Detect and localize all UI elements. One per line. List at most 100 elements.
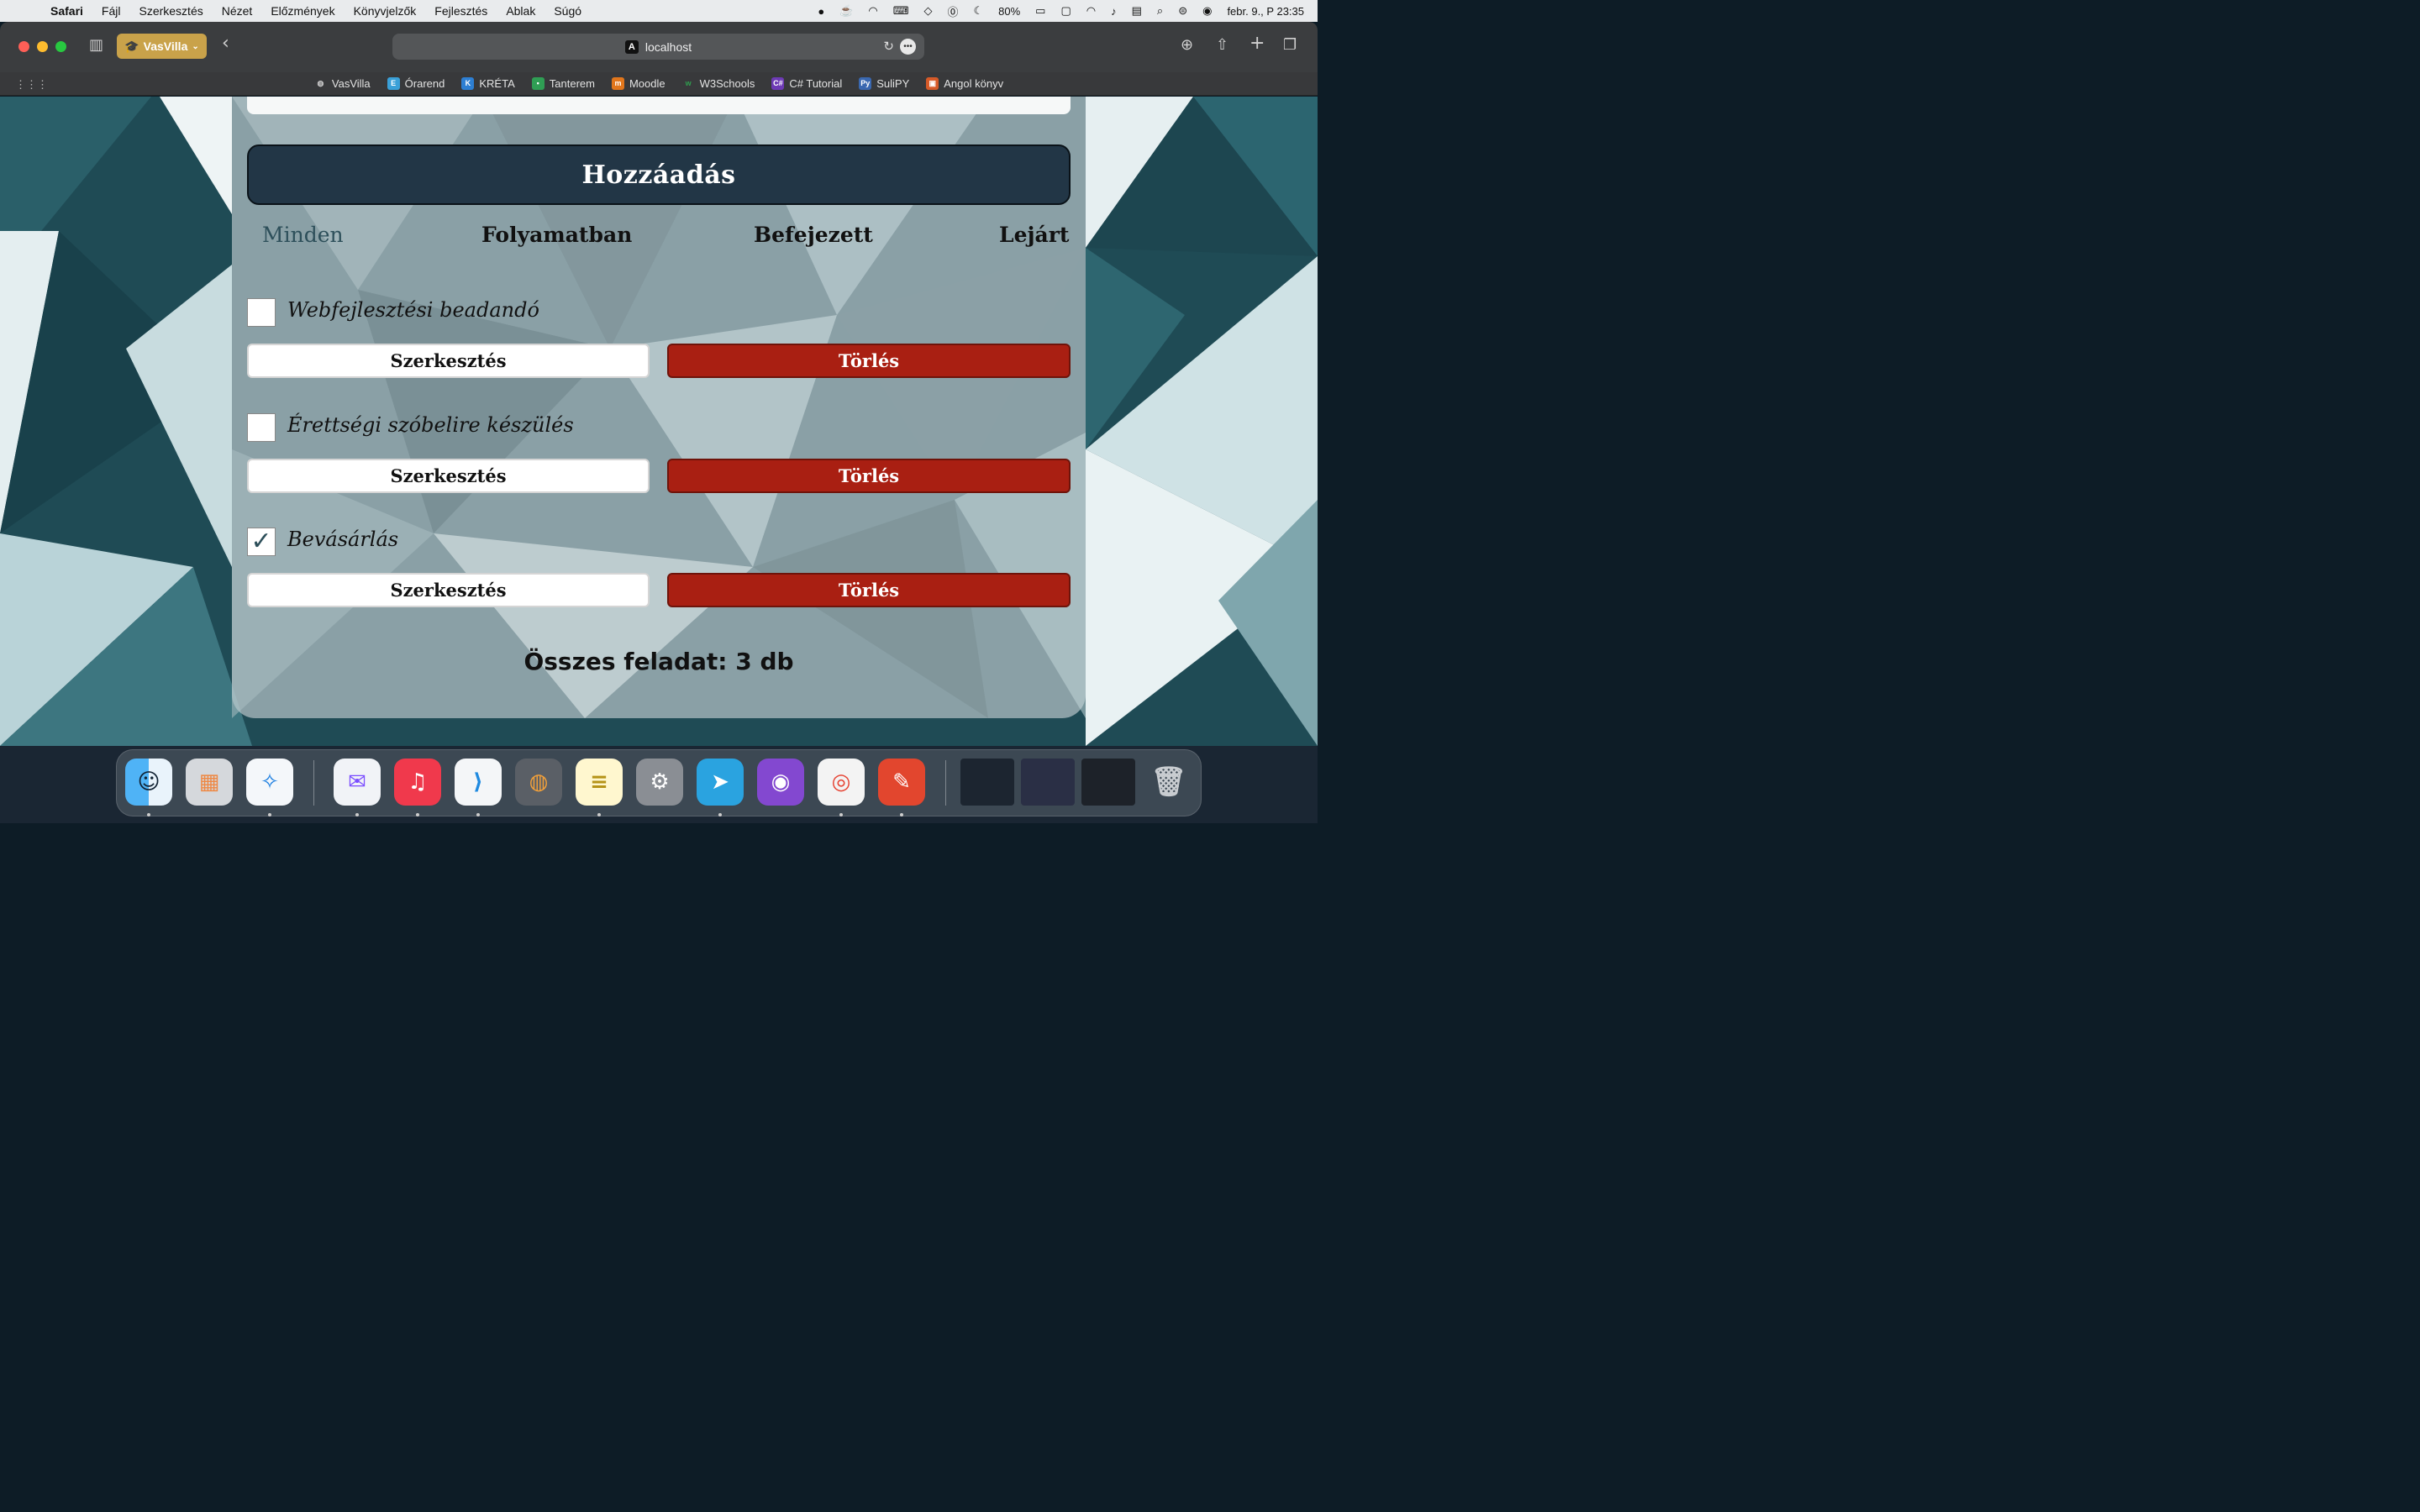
keyboard-icon[interactable]: ⌨ [893, 4, 909, 18]
launchpad-icon[interactable]: ▦ [186, 759, 233, 806]
menubar-status-area: ● ☕ ◠ ⌨ ◇ ⓪ ☾ 80% ▭ ▢ ◠ ♪ ▤ ⌕ ⊜ ◉ febr. … [818, 0, 1304, 22]
reload-icon[interactable]: ↻ [883, 39, 894, 54]
close-window-button[interactable] [18, 41, 29, 52]
menu-app-name[interactable]: Safari [50, 4, 83, 18]
system-settings-icon[interactable]: ⚙ [636, 759, 683, 806]
back-arrow-icon[interactable]: ‹ [222, 33, 229, 54]
running-indicator [147, 813, 150, 816]
tab-in-progress[interactable]: Folyamatban [481, 223, 632, 247]
delete-button[interactable]: Törlés [667, 573, 1071, 607]
bookmark-tanterem[interactable]: ▪ Tanterem [531, 77, 595, 90]
task-checkbox[interactable] [247, 413, 276, 442]
input-box-bottom[interactable] [247, 97, 1071, 114]
menu-history[interactable]: Előzmények [271, 4, 334, 18]
vscode-icon[interactable]: ⟩ [455, 759, 502, 806]
moodle-favicon-icon: m [611, 77, 624, 90]
coffee-icon[interactable]: ☕ [839, 4, 853, 18]
cooking-app-icon[interactable]: ◍ [515, 759, 562, 806]
orarend-favicon-icon: E [387, 77, 400, 90]
finder-icon[interactable]: ☺ [125, 759, 172, 806]
more-options-icon[interactable]: ••• [900, 39, 916, 55]
telegram-icon[interactable]: ➤ [697, 759, 744, 806]
web-page: Hozzáadás Minden Folyamatban Befejezett … [0, 97, 1318, 746]
volume-icon[interactable]: ♪ [1111, 5, 1117, 18]
bookmark-moodle[interactable]: m Moodle [611, 77, 666, 90]
menu-develop[interactable]: Fejlesztés [434, 4, 487, 18]
running-indicator [839, 813, 843, 816]
tab-all[interactable]: Minden [262, 223, 344, 247]
delete-button[interactable]: Törlés [667, 344, 1071, 378]
task-checkbox[interactable] [247, 298, 276, 327]
accessibility-icon[interactable]: ⓪ [947, 3, 958, 19]
github-desktop-icon[interactable]: ◉ [757, 759, 804, 806]
menubar-clock[interactable]: febr. 9., P 23:35 [1227, 5, 1304, 18]
bookmark-angol-konyv[interactable]: ▣ Angol könyv [926, 77, 1003, 90]
diamond-icon[interactable]: ◇ [923, 4, 932, 18]
profile-button[interactable]: 🎓 VasVilla ⌄ [117, 34, 207, 59]
menu-view[interactable]: Nézet [222, 4, 253, 18]
bookmark-orarend[interactable]: E Órarend [387, 77, 445, 90]
dock-separator [313, 760, 314, 806]
input-source-icon[interactable]: ▤ [1132, 4, 1142, 18]
w3schools-favicon-icon: w [685, 79, 692, 87]
moon-icon[interactable]: ☾ [973, 4, 983, 18]
running-indicator [355, 813, 359, 816]
menu-edit[interactable]: Szerkesztés [139, 4, 203, 18]
address-bar[interactable]: A localhost ↻ ••• [392, 34, 924, 60]
share-icon[interactable]: ⇧ [1216, 36, 1228, 54]
classroom-favicon-icon: ▪ [531, 77, 544, 90]
bookmark-csharp-tutorial[interactable]: C# C# Tutorial [771, 77, 842, 90]
edit-button[interactable]: Szerkesztés [247, 459, 650, 493]
total-task-count: Összes feladat: 3 db [523, 648, 794, 675]
display-icon[interactable]: ▢ [1060, 4, 1071, 18]
minimize-window-button[interactable] [37, 41, 48, 52]
minimized-safari-window-icon[interactable] [1081, 759, 1135, 806]
wifi-icon[interactable]: ◠ [1086, 4, 1096, 18]
menu-file[interactable]: Fájl [102, 4, 121, 18]
zoom-window-button[interactable] [55, 41, 66, 52]
downloads-icon[interactable]: ⊕ [1181, 36, 1193, 54]
music-icon[interactable]: ♫ [394, 759, 441, 806]
task-title: Bevásárlás [287, 528, 399, 551]
menu-bookmarks[interactable]: Könyvjelzők [354, 4, 417, 18]
notification-badge-icon[interactable]: ● [818, 5, 824, 18]
menu-help[interactable]: Súgó [554, 4, 581, 18]
battery-icon[interactable]: ▭ [1035, 4, 1045, 18]
csharp-favicon-icon: C# [771, 77, 785, 90]
task-checkbox-checked[interactable]: ✓ [247, 528, 276, 556]
bookmark-w3schools[interactable]: w W3Schools [682, 77, 755, 90]
address-url: localhost [644, 39, 692, 54]
edit-button[interactable]: Szerkesztés [247, 344, 650, 378]
running-indicator [900, 813, 903, 816]
safari-window: ▥ 🎓 VasVilla ⌄ ‹ A localhost ↻ ••• ⊕ ⇧ +… [0, 22, 1318, 746]
spotlight-search-icon[interactable]: ⌕ [1157, 4, 1163, 18]
messenger-icon[interactable]: ✉ [334, 759, 381, 806]
minimized-telegram-window-icon[interactable] [960, 759, 1014, 806]
favorites-bar: ⋮⋮⋮ ◍ VasVilla E Órarend K KRÉTA ▪ Tanterem … [0, 72, 1318, 96]
running-indicator [476, 813, 480, 816]
delete-button[interactable]: Törlés [667, 459, 1071, 493]
battery-percent[interactable]: 80% [998, 5, 1020, 18]
menu-window[interactable]: Ablak [506, 4, 535, 18]
chrome-icon[interactable]: ◎ [818, 759, 865, 806]
tab-expired[interactable]: Lejárt [999, 223, 1069, 247]
bookmark-sulipy[interactable]: Py SuliPY [859, 77, 909, 90]
headphones-icon[interactable]: ◠ [868, 4, 877, 18]
grid-icon[interactable]: ⋮⋮⋮ [15, 78, 48, 92]
sidebar-toggle-icon[interactable]: ▥ [89, 36, 103, 54]
pixelmator-icon[interactable]: ✎ [878, 759, 925, 806]
edit-button[interactable]: Szerkesztés [247, 573, 650, 607]
bookmark-vasvilla[interactable]: ◍ VasVilla [314, 77, 370, 90]
notes-icon[interactable]: ≡ [576, 759, 623, 806]
add-task-button[interactable]: Hozzáadás [247, 144, 1071, 205]
safari-icon[interactable]: ✧ [246, 759, 293, 806]
bookmark-kreta[interactable]: K KRÉTA [461, 77, 515, 90]
trash-icon[interactable]: 🗑 [1145, 759, 1192, 806]
tab-overview-icon[interactable]: ❐ [1283, 36, 1297, 54]
new-tab-icon[interactable]: + [1249, 33, 1265, 54]
filter-tabs: Minden Folyamatban Befejezett Lejárt [247, 223, 1071, 258]
control-center-icon[interactable]: ⊜ [1178, 4, 1187, 18]
tab-completed[interactable]: Befejezett [754, 223, 873, 247]
minimized-music-window-icon[interactable] [1021, 759, 1075, 806]
siri-icon[interactable]: ◉ [1202, 4, 1212, 18]
